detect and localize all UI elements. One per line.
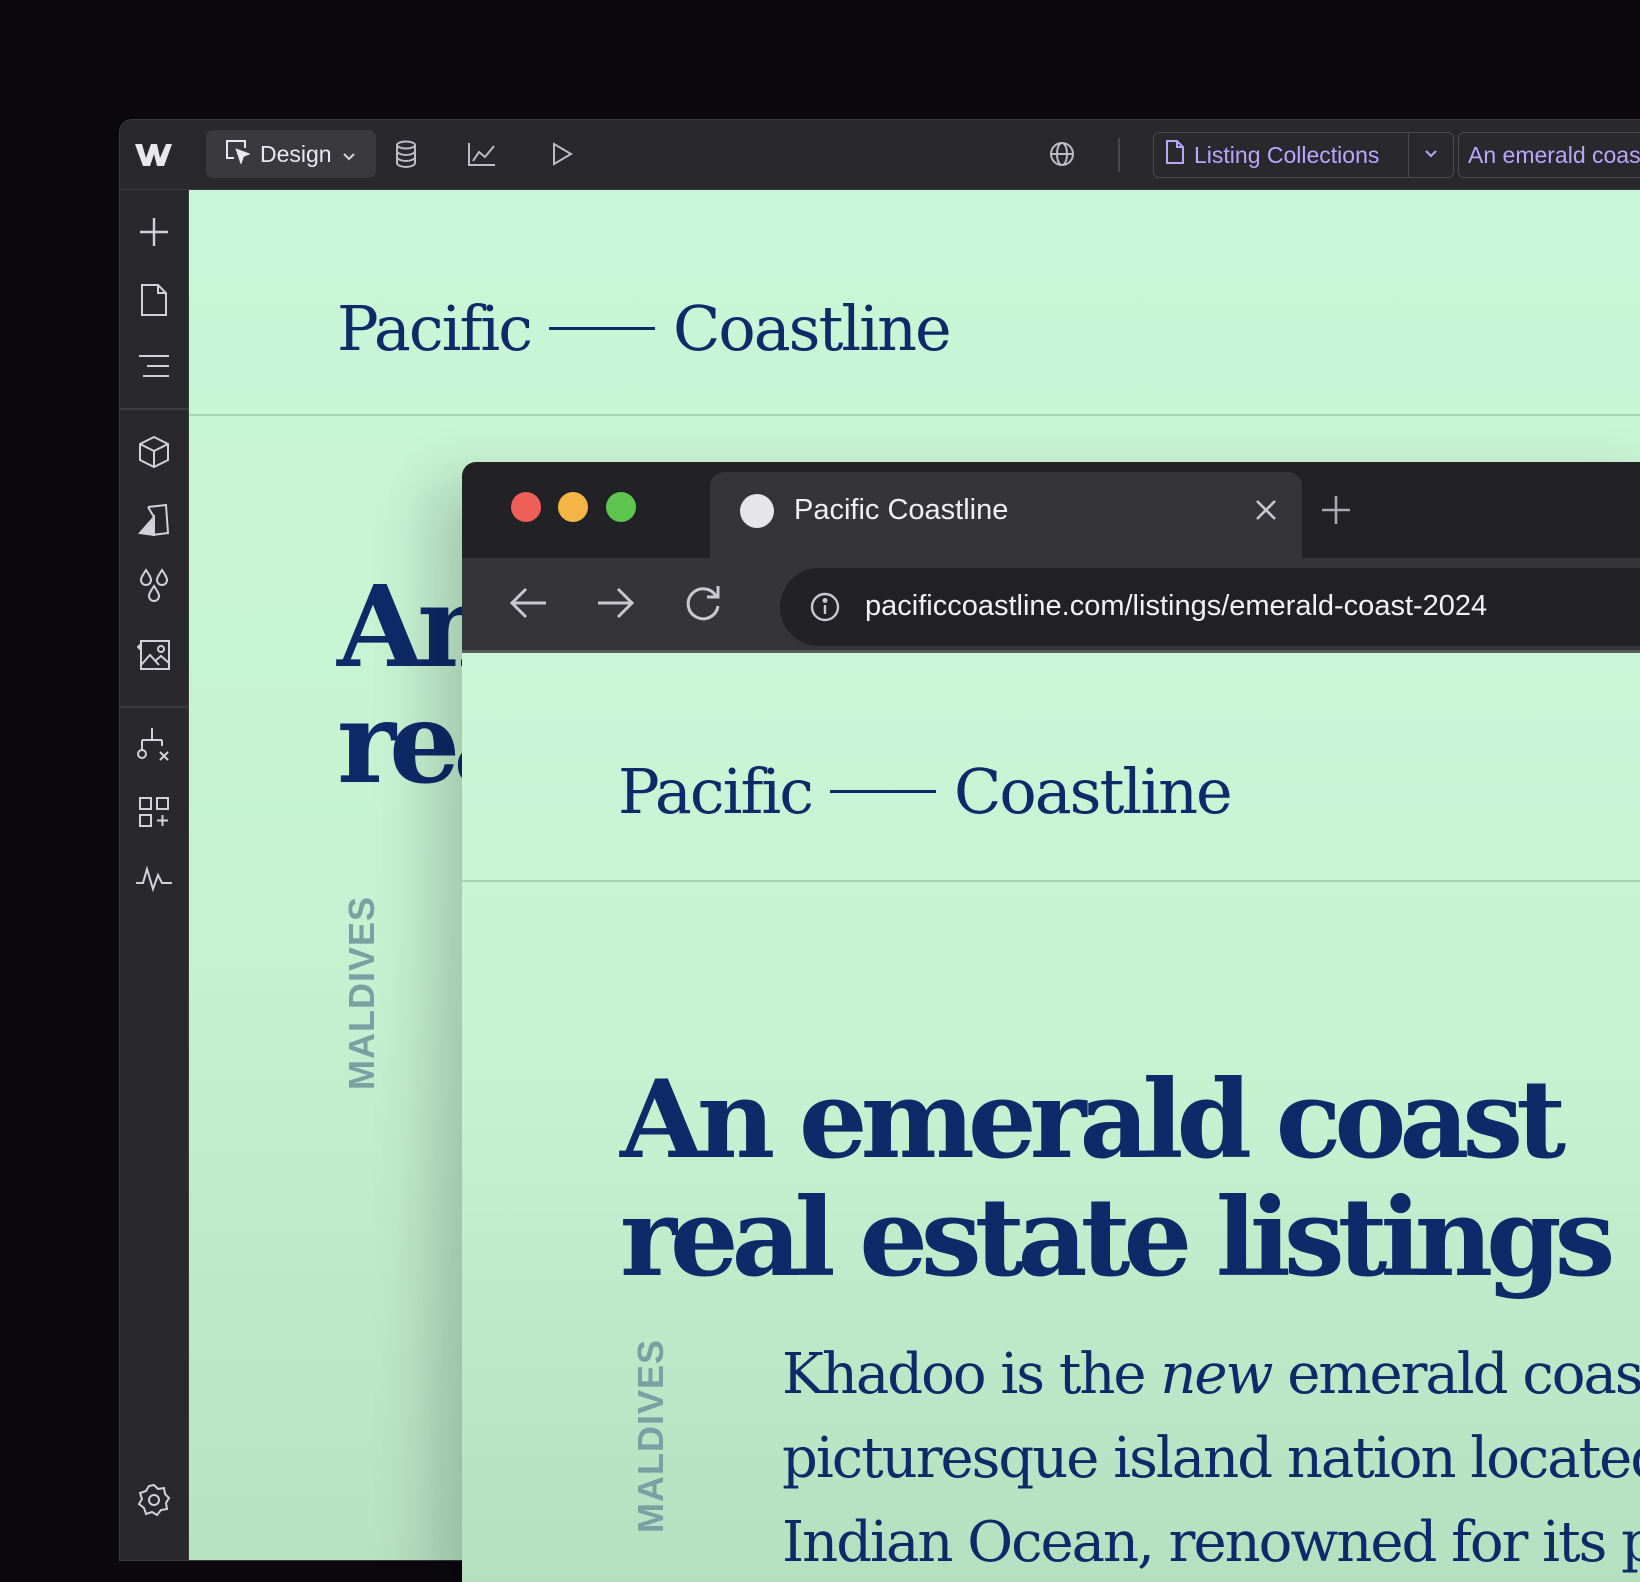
page-header-divider <box>462 880 1640 882</box>
body-line: picturesque island nation located in the <box>782 1426 1640 1491</box>
page-brand-logo[interactable]: Pacific Coastline <box>618 755 1233 828</box>
body-text: Khadoo is the <box>782 1342 1161 1407</box>
minimize-window-button[interactable] <box>558 492 588 522</box>
components-cube-icon[interactable] <box>134 432 174 472</box>
brand-word-left: Pacific <box>618 755 814 828</box>
brand-dash <box>829 790 936 793</box>
new-tab-plus-icon[interactable] <box>1318 492 1354 528</box>
designer-sidebar <box>120 190 189 1560</box>
chevron-down-icon <box>1424 146 1438 164</box>
assets-image-icon[interactable] <box>134 634 174 674</box>
canvas-header-divider <box>189 414 1640 416</box>
settings-gear-icon[interactable] <box>134 1480 174 1520</box>
sidebar-divider <box>120 706 188 708</box>
apps-grid-icon[interactable] <box>134 792 174 832</box>
collection-item-selector[interactable]: An emerald coast <box>1458 132 1640 178</box>
add-icon[interactable] <box>134 212 174 252</box>
page-intro-paragraph: Khadoo is the new emerald coast is a pic… <box>782 1333 1640 1582</box>
brand-word-left: Pacific <box>337 292 533 365</box>
brand-word-right: Coastline <box>672 292 952 365</box>
body-line: Indian Ocean, renowned for its pristine <box>782 1510 1640 1575</box>
body-emphasis: new <box>1160 1342 1273 1407</box>
navigator-icon[interactable] <box>134 346 174 386</box>
body-line: Khadoo is the new emerald coast is a <box>782 1333 1640 1417</box>
heading-line2: real estate listings <box>620 1175 1615 1301</box>
database-icon[interactable] <box>386 134 426 174</box>
brand-word-right: Coastline <box>953 755 1233 828</box>
maximize-window-button[interactable] <box>606 492 636 522</box>
browser-page-content: Pacific Coastline An emerald coast real … <box>462 650 1640 1582</box>
designer-topbar: Design Listing Collections An emerald co… <box>120 120 1640 190</box>
browser-window: Pacific Coastline pacificcoastline.com/l… <box>462 462 1640 1582</box>
close-window-button[interactable] <box>511 492 541 522</box>
page-vertical-label: MALDIVES <box>630 1338 671 1533</box>
analytics-chart-icon[interactable] <box>462 134 502 174</box>
favicon-icon <box>740 494 774 528</box>
page-selector-dropdown[interactable] <box>1408 132 1454 178</box>
browser-tab[interactable]: Pacific Coastline <box>710 472 1302 558</box>
brand-dash <box>548 327 655 330</box>
toolbar-divider <box>1118 138 1120 172</box>
url-text: pacificcoastline.com/listings/emerald-co… <box>865 590 1488 622</box>
forward-arrow-icon[interactable] <box>592 580 638 626</box>
globe-icon[interactable] <box>1042 134 1082 174</box>
style-manager-icon[interactable] <box>134 500 174 540</box>
variables-drops-icon[interactable] <box>134 566 174 606</box>
canvas-brand-logo: Pacific Coastline <box>337 292 952 365</box>
browser-toolbar: pacificcoastline.com/listings/emerald-co… <box>462 558 1640 650</box>
site-info-icon[interactable] <box>808 590 842 624</box>
page-selector[interactable]: Listing Collections <box>1153 132 1409 178</box>
page-hero-heading: An emerald coast real estate listings <box>620 1061 1615 1297</box>
audit-pulse-icon[interactable] <box>134 858 174 898</box>
logic-flow-icon[interactable] <box>134 724 174 764</box>
canvas-vertical-label: MALDIVES <box>341 895 382 1090</box>
play-preview-icon[interactable] <box>542 134 582 174</box>
reload-icon[interactable] <box>680 580 726 626</box>
back-arrow-icon[interactable] <box>506 580 552 626</box>
cursor-select-icon <box>224 138 251 170</box>
address-bar[interactable]: pacificcoastline.com/listings/emerald-co… <box>780 568 1640 646</box>
sidebar-divider <box>120 408 188 410</box>
body-text: emerald coast is a <box>1287 1342 1640 1407</box>
chevron-down-icon <box>342 141 356 168</box>
design-mode-button[interactable]: Design <box>206 130 376 178</box>
heading-line1: An emerald coast <box>620 1057 1566 1183</box>
close-tab-icon[interactable] <box>1248 492 1284 528</box>
pages-icon[interactable] <box>134 280 174 320</box>
design-mode-label: Design <box>260 140 332 167</box>
page-selector-label: Listing Collections <box>1194 141 1380 168</box>
page-file-icon <box>1164 139 1186 171</box>
tab-title: Pacific Coastline <box>794 494 1009 526</box>
webflow-logo-icon[interactable] <box>132 140 174 170</box>
